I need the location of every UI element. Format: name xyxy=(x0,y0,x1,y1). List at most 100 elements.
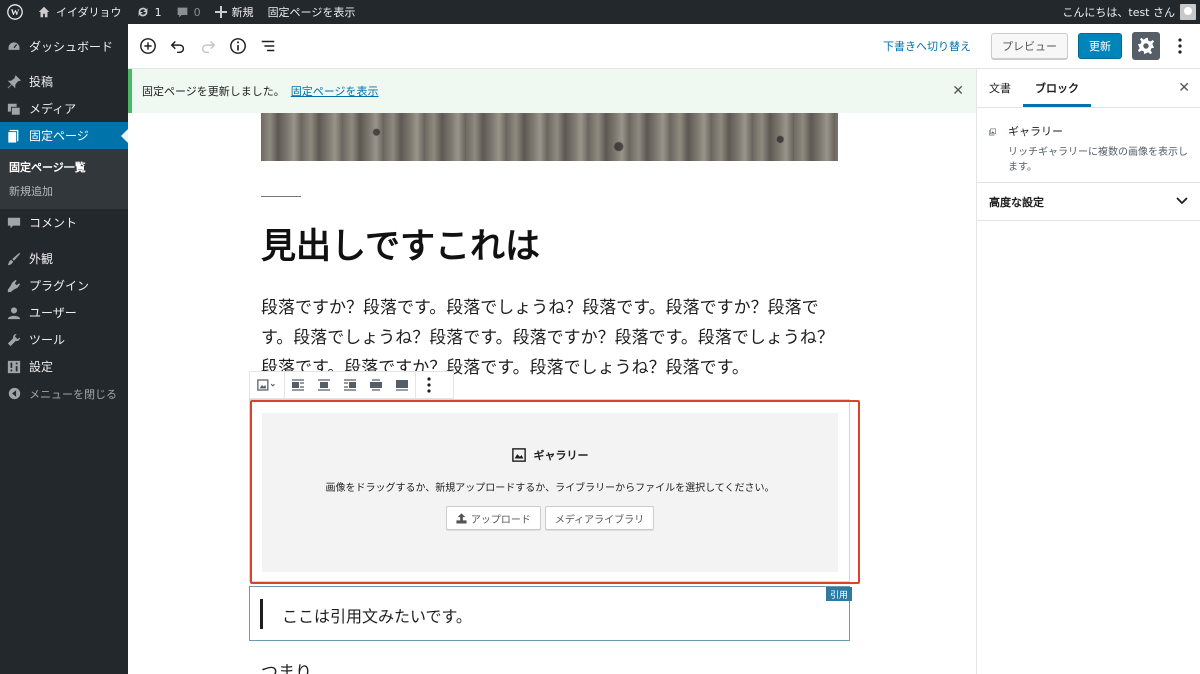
comments-link[interactable]: 0 xyxy=(169,0,208,24)
my-account[interactable]: こんにちは、test さん xyxy=(1055,0,1200,24)
pages-submenu: 固定ページ一覧 新規追加 xyxy=(0,149,128,209)
dashboard-icon xyxy=(7,40,21,54)
update-button[interactable]: 更新 xyxy=(1078,33,1122,59)
chevron-down-icon xyxy=(1176,195,1188,208)
plugin-icon xyxy=(7,279,21,293)
media-icon xyxy=(7,102,21,116)
add-circle-icon xyxy=(140,38,156,54)
close-icon[interactable]: ✕ xyxy=(1178,80,1190,96)
sidebar-item-tools[interactable]: ツール xyxy=(0,326,128,353)
comments-count: 0 xyxy=(193,5,201,19)
wordpress-logo[interactable]: W xyxy=(0,0,30,24)
settings-sidebar: 文書 ブロック ✕ ギャラリー リッチギャラリーに複数の画像を表示します。 高度… xyxy=(976,69,1200,674)
admin-bar: W イイダリョウ 1 0 新規 固定ページを表示 こんにちは、test さん xyxy=(0,0,1200,24)
more-options-button[interactable] xyxy=(1170,32,1190,60)
refresh-icon xyxy=(138,7,147,17)
view-page-notice-link[interactable]: 固定ページを表示 xyxy=(291,83,379,99)
sidebar-item-label: 投稿 xyxy=(29,75,54,89)
redo-icon xyxy=(201,40,216,54)
align-left-icon xyxy=(292,379,304,391)
collapse-menu-button[interactable]: メニューを閉じる xyxy=(0,380,128,407)
redo-button[interactable] xyxy=(193,31,223,61)
sidebar-item-comments[interactable]: コメント xyxy=(0,209,128,236)
comment-bubble-icon xyxy=(177,7,187,17)
heading-block[interactable]: 見出しですこれは xyxy=(261,218,540,269)
plus-icon xyxy=(214,6,227,18)
collapse-icon xyxy=(7,387,21,401)
pin-icon xyxy=(7,74,21,89)
add-block-button[interactable] xyxy=(133,31,163,61)
align-center-button[interactable] xyxy=(311,372,337,398)
selected-block-outline xyxy=(250,400,860,584)
full-width-button[interactable] xyxy=(389,372,415,398)
sidebar-item-label: プラグイン xyxy=(29,279,90,293)
paragraph-block-2[interactable]: つまり xyxy=(261,658,312,674)
sidebar-item-settings[interactable]: 設定 xyxy=(0,353,128,380)
sidebar-item-appearance[interactable]: 外観 xyxy=(0,245,128,272)
separator-block[interactable] xyxy=(261,196,301,197)
block-toolbar xyxy=(249,371,454,399)
wide-width-button[interactable] xyxy=(363,372,389,398)
collapse-menu-label: メニューを閉じる xyxy=(29,387,117,401)
sidebar-item-posts[interactable]: 投稿 xyxy=(0,68,128,95)
settings-icon xyxy=(7,360,21,374)
info-icon xyxy=(230,38,246,54)
block-navigation-button[interactable] xyxy=(253,31,283,61)
updates-link[interactable]: 1 xyxy=(129,0,169,24)
block-more-options-button[interactable] xyxy=(416,372,442,398)
wordpress-icon: W xyxy=(7,4,23,20)
image-block[interactable] xyxy=(261,113,838,161)
gallery-type-icon xyxy=(257,379,275,391)
sidebar-item-label: ツール xyxy=(29,333,66,347)
change-block-type-button[interactable] xyxy=(250,372,284,398)
wide-width-icon xyxy=(370,379,382,391)
brush-icon xyxy=(7,252,21,266)
quote-bar xyxy=(260,599,263,629)
sidebar-item-plugins[interactable]: プラグイン xyxy=(0,272,128,299)
site-name-link[interactable]: イイダリョウ xyxy=(30,0,129,24)
new-label: 新規 xyxy=(231,6,254,19)
sidebar-item-media[interactable]: メディア xyxy=(0,95,128,122)
greeting: こんにちは、test さん xyxy=(1062,6,1175,19)
paragraph-block[interactable]: 段落ですか？段落です。段落でしょうね？段落です。段落ですか？段落です。段落でしょ… xyxy=(261,293,841,383)
admin-sidebar: ダッシュボード 投稿 メディア 固定ページ 固定ページ一覧 新規追加 コメント … xyxy=(0,24,128,674)
block-card-title: ギャラリー xyxy=(1008,125,1063,138)
updates-count: 1 xyxy=(154,5,162,19)
more-vertical-icon xyxy=(427,377,431,393)
close-icon[interactable]: ✕ xyxy=(952,83,964,99)
sidebar-item-label: 外観 xyxy=(29,252,54,266)
block-card: ギャラリー リッチギャラリーに複数の画像を表示します。 xyxy=(977,108,1200,183)
sidebar-item-users[interactable]: ユーザー xyxy=(0,299,128,326)
block-card-description: リッチギャラリーに複数の画像を表示します。 xyxy=(1008,147,1188,173)
preview-button[interactable]: プレビュー xyxy=(991,33,1068,59)
advanced-settings-toggle[interactable]: 高度な設定 xyxy=(977,183,1200,221)
notice-message: 固定ページを更新しました。 xyxy=(142,85,285,98)
site-name: イイダリョウ xyxy=(56,6,122,19)
undo-icon xyxy=(170,40,185,54)
editor-canvas: 見出しですこれは 段落ですか？段落です。段落でしょうね？段落です。段落ですか？段… xyxy=(128,113,976,674)
quote-block[interactable]: ここは引用文みたいです。 xyxy=(249,586,850,641)
new-content-link[interactable]: 新規 xyxy=(208,0,261,24)
sidebar-item-label: 固定ページ xyxy=(29,129,89,143)
tab-block[interactable]: ブロック xyxy=(1023,69,1091,107)
submenu-item-all-pages[interactable]: 固定ページ一覧 xyxy=(0,155,128,179)
tab-document[interactable]: 文書 xyxy=(977,69,1023,107)
more-vertical-icon xyxy=(1178,38,1182,54)
sidebar-item-dashboard[interactable]: ダッシュボード xyxy=(0,33,128,60)
align-right-button[interactable] xyxy=(337,372,363,398)
user-icon xyxy=(7,306,21,320)
wrench-icon xyxy=(7,333,21,347)
view-page-link[interactable]: 固定ページを表示 xyxy=(261,0,363,24)
info-button[interactable] xyxy=(223,31,253,61)
switch-to-draft-link[interactable]: 下書きへ切り替え xyxy=(883,38,971,54)
sidebar-item-pages[interactable]: 固定ページ xyxy=(0,122,128,149)
quote-text[interactable]: ここは引用文みたいです。 xyxy=(282,603,472,627)
sidebar-item-label: ユーザー xyxy=(29,306,77,320)
advanced-settings-label: 高度な設定 xyxy=(989,195,1044,209)
undo-button[interactable] xyxy=(163,31,193,61)
home-icon xyxy=(38,6,50,18)
settings-button[interactable] xyxy=(1132,32,1160,60)
sidebar-item-label: 設定 xyxy=(29,360,54,374)
align-left-button[interactable] xyxy=(285,372,311,398)
submenu-item-add-new[interactable]: 新規追加 xyxy=(0,179,128,203)
